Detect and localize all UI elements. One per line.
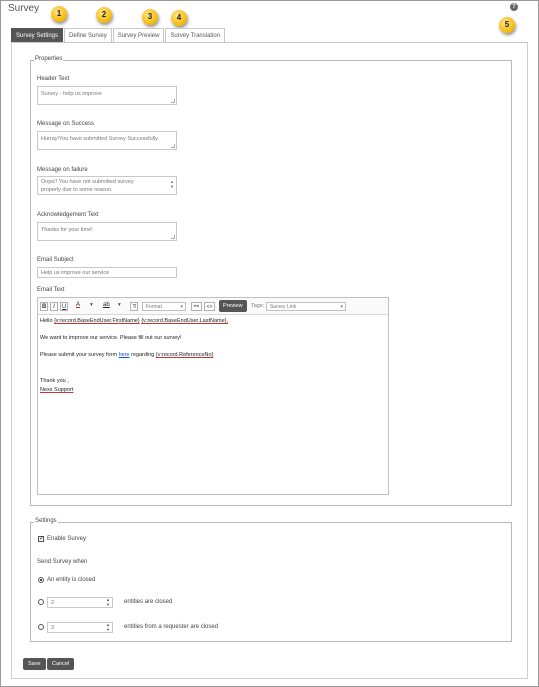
send-when-label: Send Survey when bbox=[37, 559, 88, 565]
header-text-value: Survey - help us improve bbox=[41, 91, 102, 97]
page-title: Survey bbox=[8, 3, 40, 14]
email-greeting-line: Hello {v:record.BaseEndUser.FirstName} {… bbox=[40, 318, 228, 325]
chevron-down-icon[interactable]: ▾ bbox=[118, 302, 121, 308]
bold-button[interactable]: B bbox=[40, 302, 49, 311]
count-closed-label: entities are closed bbox=[124, 599, 173, 605]
callout-badge-1: 1 bbox=[51, 6, 67, 22]
preview-button[interactable]: Preview bbox=[219, 300, 247, 312]
message-failure-line1: Oops!! You have not submitted survey bbox=[41, 179, 134, 185]
reference-no-tag: {v:record.ReferenceNo} bbox=[155, 352, 214, 358]
email-text-editor: B I U A ▾ ab ▾ T̸ Format ▾ ⚯ <> Preview … bbox=[37, 297, 389, 495]
message-success-label: Message on Success bbox=[37, 121, 95, 127]
link-icon[interactable]: ⚯ bbox=[191, 302, 202, 311]
underline-button[interactable]: U bbox=[60, 302, 69, 311]
enable-survey-label: Enable Survey bbox=[47, 536, 87, 542]
resize-grip-icon[interactable] bbox=[171, 99, 175, 103]
font-color-icon[interactable]: A bbox=[76, 302, 80, 308]
italic-button[interactable]: I bbox=[50, 302, 58, 311]
tags-dropdown-value: Survey Link bbox=[270, 304, 297, 310]
format-dropdown[interactable]: Format ▾ bbox=[142, 302, 186, 311]
email-line3-text: Please submit your survey form bbox=[40, 352, 118, 358]
header-text-label: Header Text bbox=[37, 76, 70, 82]
ack-text-label: Acknowledgement Text bbox=[37, 212, 99, 218]
tab-survey-settings[interactable]: Survey Settings bbox=[11, 28, 64, 42]
count-closed-value: 2 bbox=[51, 600, 55, 606]
resize-grip-icon[interactable] bbox=[171, 235, 175, 239]
requester-closed-value: 3 bbox=[51, 625, 55, 631]
spinner-arrows-icon[interactable]: ▲ ▼ bbox=[106, 622, 110, 632]
message-failure-line2: properly due to some reason. bbox=[41, 187, 113, 193]
clear-format-icon[interactable]: T̸ bbox=[130, 302, 138, 311]
resize-grip-icon[interactable] bbox=[171, 144, 175, 148]
editor-toolbar: B I U A ▾ ab ▾ T̸ Format ▾ ⚯ <> Preview … bbox=[38, 298, 388, 315]
spinner-arrows-icon[interactable]: ▲ ▼ bbox=[106, 597, 110, 607]
highlight-color-icon[interactable]: ab bbox=[103, 302, 110, 308]
message-success-field[interactable]: Hurray!You have submitted Survey Success… bbox=[37, 131, 177, 150]
email-line-2: We want to improve our service. Please f… bbox=[40, 335, 182, 341]
tab-survey-translation[interactable]: Survey Translation bbox=[165, 28, 226, 42]
callout-badge-3: 3 bbox=[142, 9, 158, 25]
radio-requester-closed[interactable] bbox=[38, 624, 44, 630]
email-line-3: Please submit your survey form here rega… bbox=[40, 352, 213, 359]
entity-closed-label: An entity is closed bbox=[47, 577, 96, 583]
settings-legend: Settings bbox=[34, 518, 58, 524]
help-icon[interactable]: ? bbox=[510, 3, 518, 11]
callout-badge-5: 5 bbox=[499, 17, 515, 33]
first-name-tag: {v:record.BaseEndUser.FirstName} bbox=[54, 318, 140, 324]
chevron-down-icon: ▾ bbox=[340, 304, 343, 310]
callout-badge-2: 2 bbox=[96, 7, 112, 23]
radio-count-closed[interactable] bbox=[38, 599, 44, 605]
cancel-button[interactable]: Cancel bbox=[47, 658, 75, 670]
ack-text-value: Thanks for your time! bbox=[41, 227, 93, 233]
email-subject-input[interactable]: Help us improve our service bbox=[37, 267, 177, 278]
ack-text-field[interactable]: Thanks for your time! bbox=[37, 222, 177, 241]
tab-bar: Survey Settings Define Survey Survey Pre… bbox=[11, 28, 226, 42]
scroll-arrows-icon[interactable]: ▲ ▼ bbox=[170, 179, 174, 189]
tags-label: Tags: bbox=[251, 303, 265, 309]
chevron-down-icon[interactable]: ▾ bbox=[90, 302, 93, 308]
email-text-label: Email Text bbox=[37, 287, 65, 293]
survey-here-link[interactable]: here bbox=[119, 352, 130, 358]
email-body[interactable]: Hello {v:record.BaseEndUser.FirstName} {… bbox=[38, 315, 388, 494]
enable-survey-checkbox[interactable]: ✓ bbox=[38, 536, 44, 542]
properties-legend: Properties bbox=[34, 56, 64, 62]
tags-dropdown[interactable]: Survey Link ▾ bbox=[266, 302, 346, 311]
message-failure-field[interactable]: Oops!! You have not submitted survey pro… bbox=[37, 176, 177, 195]
requester-closed-label: entities from a requester are closed bbox=[124, 624, 219, 630]
count-closed-stepper[interactable]: 2 ▲ ▼ bbox=[47, 597, 113, 608]
tab-survey-preview[interactable]: Survey Preview bbox=[112, 28, 165, 42]
callout-badge-4: 4 bbox=[171, 10, 187, 26]
email-hello: Hello bbox=[40, 318, 53, 324]
requester-closed-stepper[interactable]: 3 ▲ ▼ bbox=[47, 622, 113, 633]
save-button[interactable]: Save bbox=[23, 658, 46, 670]
email-thanks: Thank you , bbox=[40, 378, 69, 384]
email-subject-label: Email Subject bbox=[37, 257, 74, 263]
tab-define-survey[interactable]: Define Survey bbox=[64, 28, 112, 42]
source-code-icon[interactable]: <> bbox=[204, 302, 215, 311]
last-name-tag: {v:record.BaseEndUser.LastName}, bbox=[141, 318, 229, 324]
format-dropdown-value: Format bbox=[146, 304, 162, 310]
chevron-down-icon: ▾ bbox=[180, 304, 183, 310]
message-failure-label: Message on failure bbox=[37, 167, 88, 173]
email-signature: Nexx Support bbox=[40, 387, 74, 393]
message-success-value: Hurray!You have submitted Survey Success… bbox=[41, 136, 160, 142]
radio-entity-closed[interactable] bbox=[38, 577, 44, 583]
header-text-field[interactable]: Survey - help us improve bbox=[37, 86, 177, 105]
email-line3-mid: regarding bbox=[131, 352, 155, 358]
